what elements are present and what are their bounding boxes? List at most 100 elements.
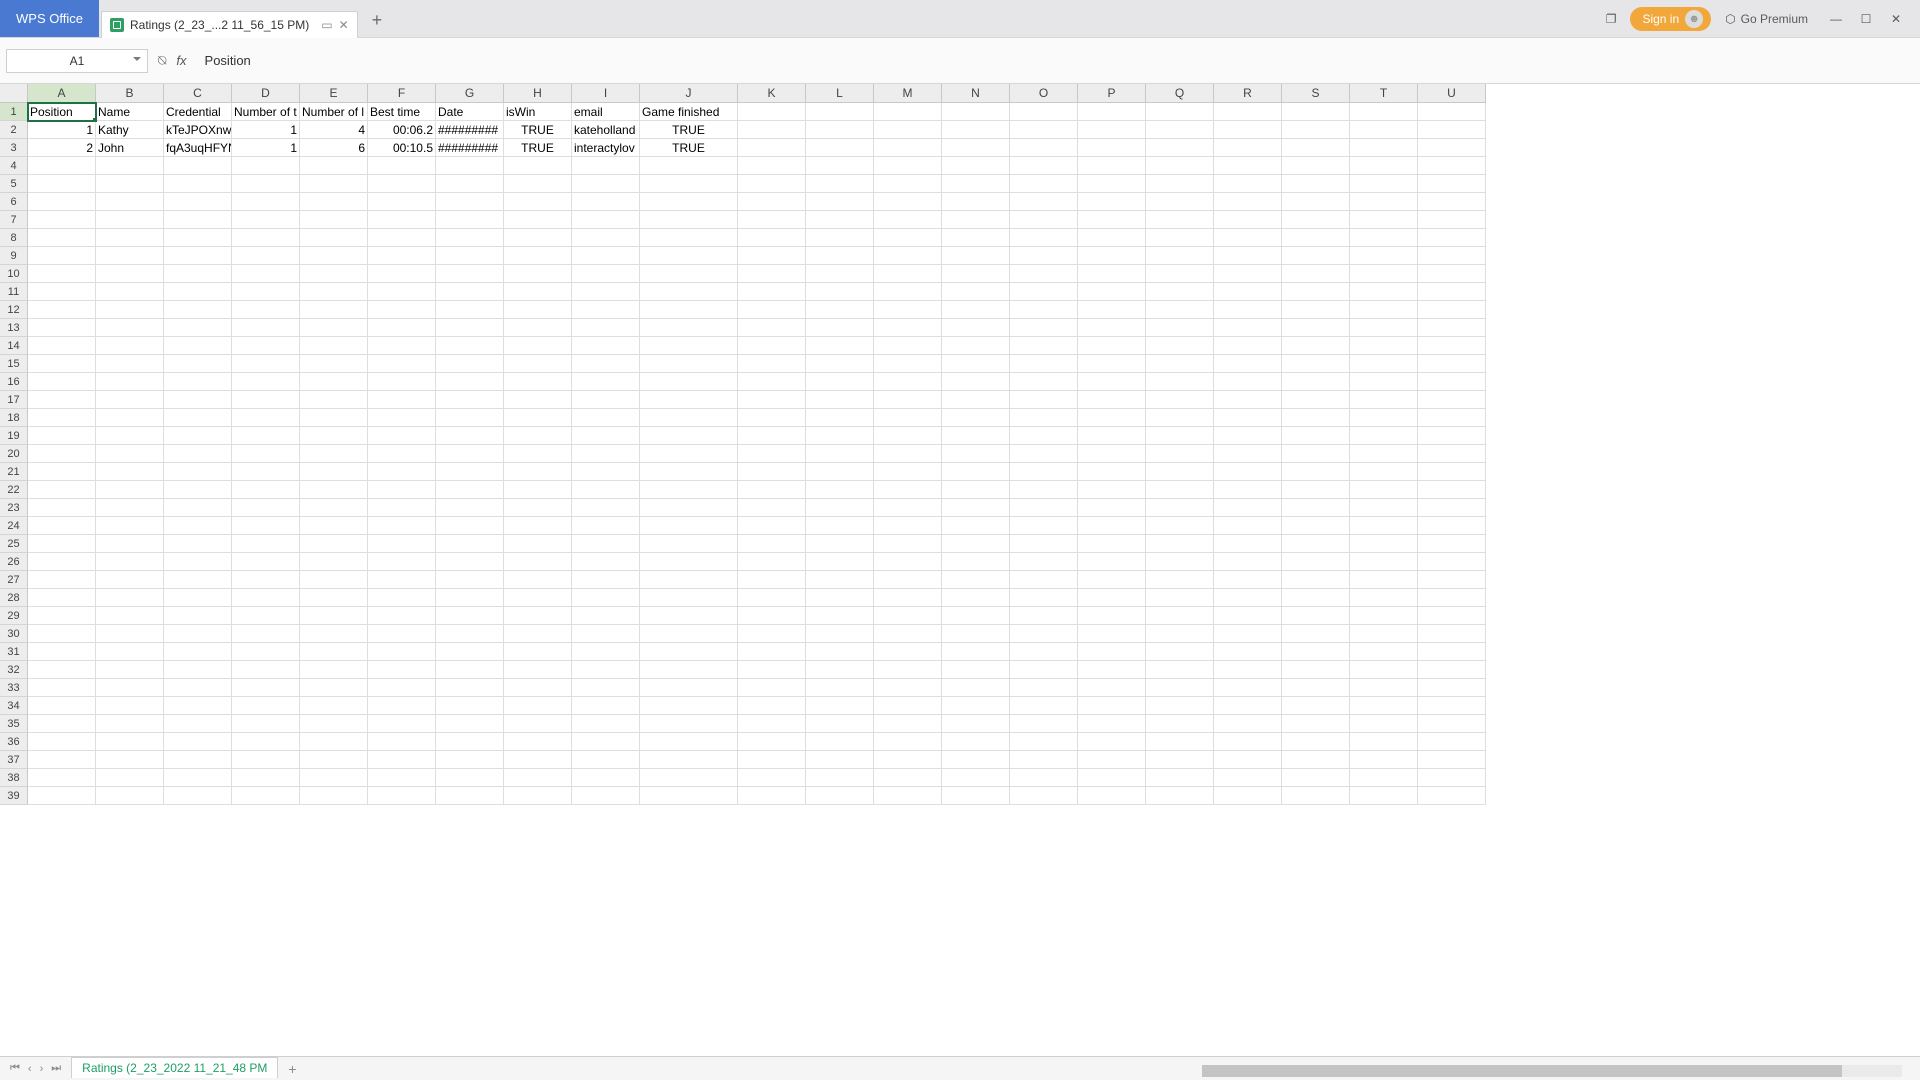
cell[interactable] — [640, 427, 738, 445]
cell[interactable] — [1350, 301, 1418, 319]
cell[interactable] — [232, 337, 300, 355]
cell[interactable]: Kathy — [96, 121, 164, 139]
cell[interactable] — [1282, 715, 1350, 733]
cell[interactable] — [1146, 769, 1214, 787]
cell[interactable] — [1078, 769, 1146, 787]
cell[interactable] — [806, 751, 874, 769]
cell[interactable] — [806, 481, 874, 499]
cell[interactable] — [572, 211, 640, 229]
cell[interactable] — [1078, 193, 1146, 211]
cell[interactable] — [942, 463, 1010, 481]
cell[interactable] — [640, 193, 738, 211]
cell[interactable] — [1282, 589, 1350, 607]
cell[interactable] — [300, 409, 368, 427]
home-tab[interactable]: WPS Office — [0, 0, 99, 37]
cell[interactable] — [504, 247, 572, 265]
cell[interactable] — [1418, 247, 1486, 265]
cell[interactable] — [504, 697, 572, 715]
row-header[interactable]: 8 — [0, 229, 28, 247]
cell[interactable] — [1350, 265, 1418, 283]
cell[interactable] — [1214, 571, 1282, 589]
cell[interactable] — [504, 229, 572, 247]
cell[interactable] — [1146, 391, 1214, 409]
cell[interactable] — [942, 769, 1010, 787]
cell[interactable] — [1214, 661, 1282, 679]
cell[interactable] — [96, 463, 164, 481]
cell[interactable] — [164, 157, 232, 175]
cell[interactable] — [1350, 787, 1418, 805]
cell[interactable] — [1010, 301, 1078, 319]
cell[interactable] — [1350, 679, 1418, 697]
cell[interactable] — [28, 463, 96, 481]
cell[interactable] — [1350, 373, 1418, 391]
cell[interactable] — [806, 427, 874, 445]
column-header[interactable]: S — [1282, 84, 1350, 103]
cell[interactable] — [1010, 103, 1078, 121]
cell[interactable] — [1282, 283, 1350, 301]
cell[interactable] — [1418, 643, 1486, 661]
cell[interactable] — [300, 283, 368, 301]
cell[interactable] — [96, 571, 164, 589]
cell[interactable] — [28, 355, 96, 373]
cell[interactable] — [96, 517, 164, 535]
row-header[interactable]: 3 — [0, 139, 28, 157]
cell[interactable] — [1146, 643, 1214, 661]
cell[interactable] — [436, 175, 504, 193]
cell[interactable] — [96, 679, 164, 697]
cell[interactable] — [1214, 445, 1282, 463]
cell[interactable] — [1146, 733, 1214, 751]
cell[interactable] — [738, 643, 806, 661]
cell[interactable] — [504, 643, 572, 661]
cell[interactable] — [164, 571, 232, 589]
cell[interactable] — [1350, 445, 1418, 463]
cell[interactable] — [874, 319, 942, 337]
cell[interactable]: Game finished — [640, 103, 738, 121]
row-header[interactable]: 19 — [0, 427, 28, 445]
column-header[interactable]: D — [232, 84, 300, 103]
cell[interactable] — [368, 517, 436, 535]
cell[interactable] — [1214, 769, 1282, 787]
cell[interactable] — [1146, 373, 1214, 391]
cell[interactable] — [874, 661, 942, 679]
cell[interactable] — [1078, 337, 1146, 355]
cell[interactable] — [1418, 157, 1486, 175]
column-header[interactable]: B — [96, 84, 164, 103]
row-header[interactable]: 1 — [0, 103, 28, 121]
cell[interactable]: TRUE — [504, 139, 572, 157]
cell[interactable] — [28, 283, 96, 301]
cell[interactable] — [1350, 391, 1418, 409]
cell[interactable] — [1010, 535, 1078, 553]
cell[interactable] — [1350, 157, 1418, 175]
cell[interactable] — [738, 229, 806, 247]
cell[interactable] — [806, 769, 874, 787]
cell[interactable] — [368, 535, 436, 553]
cell[interactable] — [1146, 355, 1214, 373]
cell[interactable] — [1010, 679, 1078, 697]
cell[interactable] — [300, 445, 368, 463]
cell[interactable] — [1146, 697, 1214, 715]
cell[interactable] — [806, 571, 874, 589]
cell[interactable] — [1350, 571, 1418, 589]
cell[interactable] — [874, 211, 942, 229]
cell[interactable] — [1214, 589, 1282, 607]
cell[interactable] — [640, 355, 738, 373]
cell[interactable] — [1214, 499, 1282, 517]
cell[interactable] — [1010, 571, 1078, 589]
cell[interactable] — [232, 481, 300, 499]
cell[interactable] — [164, 625, 232, 643]
cell[interactable] — [28, 625, 96, 643]
cell[interactable] — [1214, 247, 1282, 265]
cell[interactable] — [1146, 211, 1214, 229]
cell[interactable] — [232, 301, 300, 319]
cell[interactable] — [300, 589, 368, 607]
cell[interactable] — [806, 373, 874, 391]
cell[interactable] — [1282, 517, 1350, 535]
cell[interactable] — [164, 229, 232, 247]
cell[interactable] — [572, 643, 640, 661]
cell[interactable] — [640, 247, 738, 265]
cell[interactable] — [28, 211, 96, 229]
cell[interactable] — [504, 661, 572, 679]
cell[interactable] — [1010, 229, 1078, 247]
cell[interactable] — [1214, 715, 1282, 733]
cell[interactable] — [738, 733, 806, 751]
